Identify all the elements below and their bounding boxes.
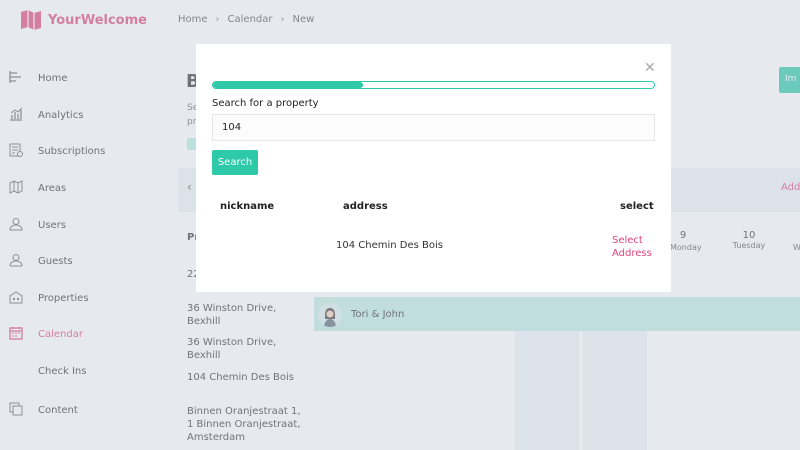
search-label: Search for a property	[212, 98, 319, 109]
progress-fill	[213, 82, 363, 88]
select-column-header: select	[620, 201, 654, 212]
select-address-link[interactable]: Select Address	[612, 234, 652, 260]
property-search-input[interactable]	[212, 114, 655, 141]
address-column-header: address	[343, 201, 388, 212]
progress-bar	[212, 81, 655, 89]
close-icon[interactable]: ✕	[644, 60, 656, 76]
nickname-column-header: nickname	[220, 201, 275, 212]
result-address: 104 Chemin Des Bois	[336, 240, 443, 251]
search-button[interactable]: Search	[212, 150, 258, 175]
